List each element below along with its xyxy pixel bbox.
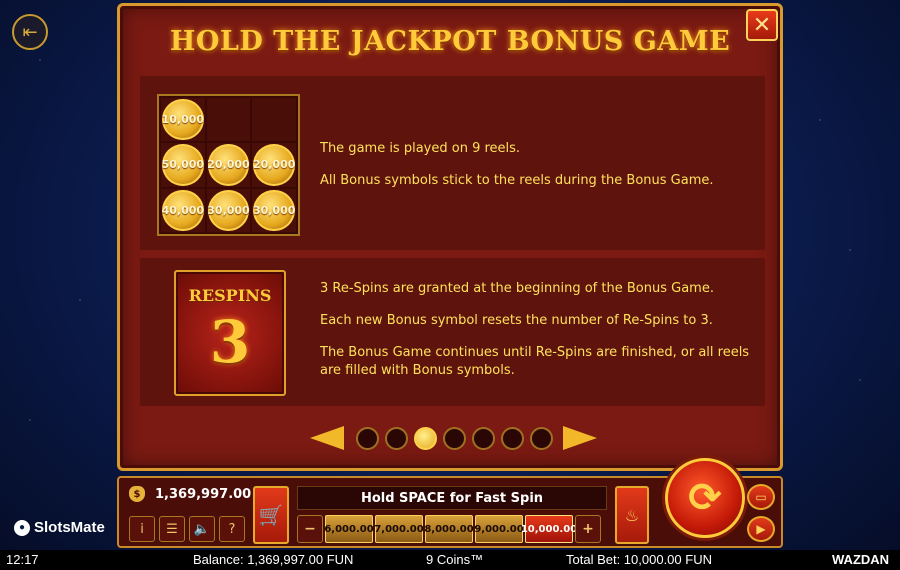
reel-cell [206, 98, 251, 142]
info-text: All Bonus symbols stick to the reels dur… [320, 173, 714, 188]
balance-value: 1,369,997.00 [155, 486, 252, 502]
bet-selector: − 6,000.00 7,000.00 8,000.00 9,000.00 10… [297, 514, 607, 544]
exit-icon: ⇤ [22, 21, 38, 43]
menu-icon: ☰ [166, 521, 178, 537]
bet-option-selected[interactable]: 10,000.00 [521, 515, 577, 543]
bonus-coin: 30,000 [253, 189, 295, 231]
flame-icon: ♨ [624, 505, 640, 525]
reel-cell: 10,000 [161, 98, 205, 142]
spin-button[interactable]: ⟳ [665, 458, 745, 538]
respins-badge: RESPINS 3 [174, 270, 286, 396]
bet-option[interactable]: 8,000.00 [424, 515, 474, 543]
sound-button[interactable]: 🔈 [189, 516, 215, 542]
autoplay-button[interactable]: ▶ [747, 516, 775, 542]
page-dot[interactable] [356, 426, 379, 450]
bonus-coin: 10,000 [162, 99, 204, 141]
bet-increase-button[interactable]: + [575, 515, 601, 543]
next-page-arrow-icon[interactable] [563, 426, 597, 450]
bet-option[interactable]: 7,000.00 [374, 515, 424, 543]
respins-label: RESPINS [188, 286, 272, 305]
game-name: 9 Coins™ [426, 552, 484, 567]
page-dot[interactable] [530, 426, 553, 450]
buy-feature-button[interactable]: 🛒 [253, 486, 289, 544]
reel-cell [252, 98, 296, 142]
close-button[interactable]: ✕ [746, 9, 778, 41]
reel-grid: 10,000 50,000 20,000 20,000 40,000 30,00… [157, 94, 300, 236]
reel-cell: 30,000 [206, 188, 251, 232]
page-dot[interactable] [443, 426, 466, 450]
status-balance: Balance: 1,369,997.00 FUN [193, 552, 354, 567]
page-dot-active[interactable] [414, 426, 437, 450]
info-text: 3 Re-Spins are granted at the beginning … [320, 281, 714, 296]
reel-cell: 40,000 [161, 188, 205, 232]
play-icon: ▶ [756, 522, 766, 536]
bet-option[interactable]: 6,000.00 [324, 515, 374, 543]
bonus-coin: 40,000 [162, 189, 204, 231]
control-bar: $ 1,369,997.00 i ☰ 🔈 ? 🛒 Hold SPACE for … [117, 458, 783, 548]
bet-option[interactable]: 9,000.00 [474, 515, 524, 543]
brand-name: SlotsMate [34, 519, 105, 536]
page-navigation [310, 426, 597, 450]
info-text: Each new Bonus symbol resets the number … [320, 313, 713, 328]
slotsmate-logo-icon: ● [14, 519, 30, 536]
close-icon: ✕ [752, 12, 772, 38]
reel-cell: 50,000 [161, 143, 205, 187]
status-bar: 12:17 Balance: 1,369,997.00 FUN 9 Coins™… [0, 550, 900, 570]
bonus-coin: 20,000 [253, 144, 295, 186]
bet-decrease-button[interactable]: − [297, 515, 323, 543]
balance-display: $ 1,369,997.00 [129, 486, 251, 502]
info-button[interactable]: i [129, 516, 155, 542]
help-button[interactable]: ? [219, 516, 245, 542]
bonus-coin: 50,000 [162, 144, 204, 186]
exit-button[interactable]: ⇤ [12, 14, 48, 50]
prev-page-arrow-icon[interactable] [310, 426, 344, 450]
cart-icon: 🛒 [258, 503, 284, 527]
menu-button[interactable]: ☰ [159, 516, 185, 542]
reel-cell: 20,000 [206, 143, 251, 187]
help-icon: ? [228, 521, 236, 537]
spin-icon: ⟳ [688, 475, 722, 521]
gamble-button[interactable]: ▭ [747, 484, 775, 510]
brand-logo: ● SlotsMate [14, 519, 105, 536]
page-dot[interactable] [472, 426, 495, 450]
sound-icon: 🔈 [193, 521, 211, 537]
reel-cell: 20,000 [252, 143, 296, 187]
respins-section: RESPINS 3 3 Re-Spins are granted at the … [140, 258, 765, 406]
card-icon: ▭ [755, 490, 767, 504]
status-total-bet: Total Bet: 10,000.00 FUN [566, 552, 712, 567]
provider-logo: WAZDAN [832, 552, 890, 567]
info-text: The Bonus Game continues until Re-Spins … [320, 345, 750, 378]
clock: 12:17 [6, 552, 39, 567]
page-dot[interactable] [385, 426, 408, 450]
bonus-coin: 20,000 [207, 144, 250, 186]
info-icon: i [140, 521, 144, 537]
hold-space-hint: Hold SPACE for Fast Spin [297, 486, 607, 510]
info-text: The game is played on 9 reels. [320, 141, 521, 156]
panel-title: HOLD THE JACKPOT BONUS GAME [169, 26, 731, 57]
money-bag-icon: $ [129, 486, 145, 502]
volatility-button[interactable]: ♨ [615, 486, 649, 544]
respins-count: 3 [209, 308, 251, 376]
page-dot[interactable] [501, 426, 524, 450]
bonus-coin: 30,000 [207, 189, 250, 231]
info-panel: HOLD THE JACKPOT BONUS GAME ✕ 10,000 50,… [117, 3, 783, 471]
reel-cell: 30,000 [252, 188, 296, 232]
reels-section: 10,000 50,000 20,000 20,000 40,000 30,00… [140, 76, 765, 250]
